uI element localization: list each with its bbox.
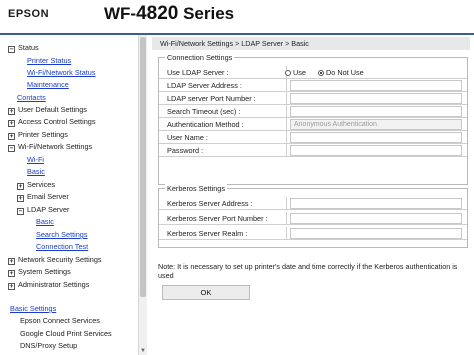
sidebar-item-system-settings[interactable]: + System Settings — [8, 267, 71, 277]
row-divider — [286, 212, 287, 225]
kerberos-server-address-row: Kerberos Server Address : — [159, 197, 467, 210]
password-row: Password : — [159, 144, 467, 157]
scroll-down-arrow-icon[interactable]: ▼ — [140, 348, 146, 354]
expand-icon[interactable]: + — [8, 120, 15, 127]
expand-icon[interactable]: + — [17, 195, 24, 202]
kerberos-server-port-input[interactable] — [290, 213, 462, 224]
password-label: Password : — [167, 146, 204, 155]
sidebar-item-printer-settings[interactable]: + Printer Settings — [8, 130, 68, 140]
sidebar-item-access-control-settings[interactable]: + Access Control Settings — [8, 117, 95, 127]
ldap-server-address-label: LDAP Server Address : — [167, 81, 242, 90]
sidebar-item-basic[interactable]: Basic — [27, 167, 45, 177]
expand-icon[interactable]: + — [8, 133, 15, 140]
scrollbar-thumb[interactable] — [140, 37, 146, 297]
auth-method-label: Authentication Method : — [167, 120, 244, 129]
auth-method-select[interactable]: Anonymous Authentication — [290, 119, 462, 130]
search-timeout-input[interactable] — [290, 106, 462, 117]
expand-icon[interactable]: + — [17, 183, 24, 190]
connection-settings-title: Connection Settings — [165, 53, 235, 62]
model-title: WF-4820 Series — [104, 3, 234, 25]
sidebar-item-network-security-settings[interactable]: + Network Security Settings — [8, 255, 102, 265]
main-content: Wi-Fi/Network Settings > LDAP Server > B… — [152, 35, 474, 355]
sidebar-item-connection-test[interactable]: Connection Test — [36, 242, 88, 252]
sidebar-item-ldap-basic[interactable]: Basic — [36, 217, 54, 227]
user-name-input[interactable] — [290, 132, 462, 143]
ldap-server-address-row: LDAP Server Address : — [159, 79, 467, 92]
kerberos-server-realm-row: Kerberos Server Realm : — [159, 227, 467, 240]
row-divider — [286, 79, 287, 92]
kerberos-server-realm-label: Kerberos Server Realm : — [167, 229, 248, 238]
sidebar-item-status[interactable]: − Status — [8, 43, 39, 53]
sidebar-nav: − Status Printer Status Wi-Fi/Network Sta… — [0, 35, 138, 355]
row-divider — [286, 144, 287, 157]
sidebar-item-printer-status[interactable]: Printer Status — [27, 56, 71, 66]
sidebar-item-wifi-network-settings[interactable]: − Wi-Fi/Network Settings — [8, 142, 92, 152]
kerberos-note: Note: It is necessary to set up printer'… — [158, 262, 458, 280]
expand-icon[interactable]: + — [8, 258, 15, 265]
kerberos-server-port-row: Kerberos Server Port Number : — [159, 212, 467, 225]
user-name-label: User Name : — [167, 133, 208, 142]
row-divider — [286, 131, 287, 144]
sidebar-scrollbar[interactable]: ▼ — [138, 35, 147, 355]
expand-icon[interactable]: + — [8, 108, 15, 115]
search-timeout-label: Search Timeout (sec) : — [167, 107, 241, 116]
ok-button[interactable]: OK — [162, 285, 250, 300]
password-input[interactable] — [290, 145, 462, 156]
breadcrumb: Wi-Fi/Network Settings > LDAP Server > B… — [152, 37, 470, 50]
radio-off-icon[interactable] — [285, 70, 291, 76]
kerberos-settings-title: Kerberos Settings — [165, 184, 228, 193]
model-suffix: Series — [178, 4, 235, 23]
use-ldap-radio-use[interactable]: Use — [285, 68, 306, 77]
epson-logo: EPSON — [8, 8, 50, 20]
ldap-server-port-input[interactable] — [290, 93, 462, 104]
row-divider — [286, 105, 287, 118]
sidebar-item-user-default-settings[interactable]: + User Default Settings — [8, 105, 87, 115]
row-divider — [286, 92, 287, 105]
use-ldap-label: Use LDAP Server : — [167, 68, 229, 77]
sidebar-item-dns-proxy-setup[interactable]: DNS/Proxy Setup — [20, 341, 77, 351]
kerberos-server-address-input[interactable] — [290, 198, 462, 209]
sidebar-item-google-cloud-print[interactable]: Google Cloud Print Services — [20, 329, 112, 339]
model-prefix: WF- — [104, 4, 137, 23]
kerberos-server-realm-input[interactable] — [290, 228, 462, 239]
collapse-icon[interactable]: − — [8, 46, 15, 53]
sidebar-item-email-server[interactable]: + Email Server — [17, 192, 69, 202]
sidebar-item-ldap-server[interactable]: − LDAP Server — [17, 205, 69, 215]
user-name-row: User Name : — [159, 131, 467, 144]
sidebar-item-search-settings[interactable]: Search Settings — [36, 230, 88, 240]
use-ldap-radio-do-not-use[interactable]: Do Not Use — [318, 68, 364, 77]
collapse-icon[interactable]: − — [17, 208, 24, 215]
sidebar-item-wifi[interactable]: Wi-Fi — [27, 155, 44, 165]
ldap-server-port-label: LDAP server Port Number : — [167, 94, 256, 103]
row-divider — [286, 197, 287, 210]
search-timeout-row: Search Timeout (sec) : — [159, 105, 467, 118]
ldap-server-address-input[interactable] — [290, 80, 462, 91]
auth-method-row: Authentication Method : Anonymous Authen… — [159, 118, 467, 131]
kerberos-server-port-label: Kerberos Server Port Number : — [167, 214, 268, 223]
row-divider — [286, 118, 287, 131]
sidebar-item-epson-connect-services[interactable]: Epson Connect Services — [20, 316, 100, 326]
row-divider — [286, 227, 287, 240]
sidebar-item-services[interactable]: + Services — [17, 180, 55, 190]
sidebar-item-basic-settings[interactable]: Basic Settings — [10, 304, 56, 314]
expand-icon[interactable]: + — [8, 283, 15, 290]
expand-icon[interactable]: + — [8, 270, 15, 277]
ldap-server-port-row: LDAP server Port Number : — [159, 92, 467, 105]
header: EPSON WF-4820 Series — [0, 0, 474, 33]
sidebar-item-wifi-network-status[interactable]: Wi-Fi/Network Status — [27, 68, 96, 78]
collapse-icon[interactable]: − — [8, 145, 15, 152]
sidebar-item-contacts[interactable]: Contacts — [17, 93, 46, 103]
radio-on-icon[interactable] — [318, 70, 324, 76]
sidebar-item-maintenance[interactable]: Maintenance — [27, 80, 69, 90]
kerberos-server-address-label: Kerberos Server Address : — [167, 199, 253, 208]
model-number: 4820 — [136, 3, 179, 24]
sidebar-item-administrator-settings[interactable]: + Administrator Settings — [8, 280, 89, 290]
use-ldap-row: Use LDAP Server : Use Do Not Use — [159, 66, 467, 79]
